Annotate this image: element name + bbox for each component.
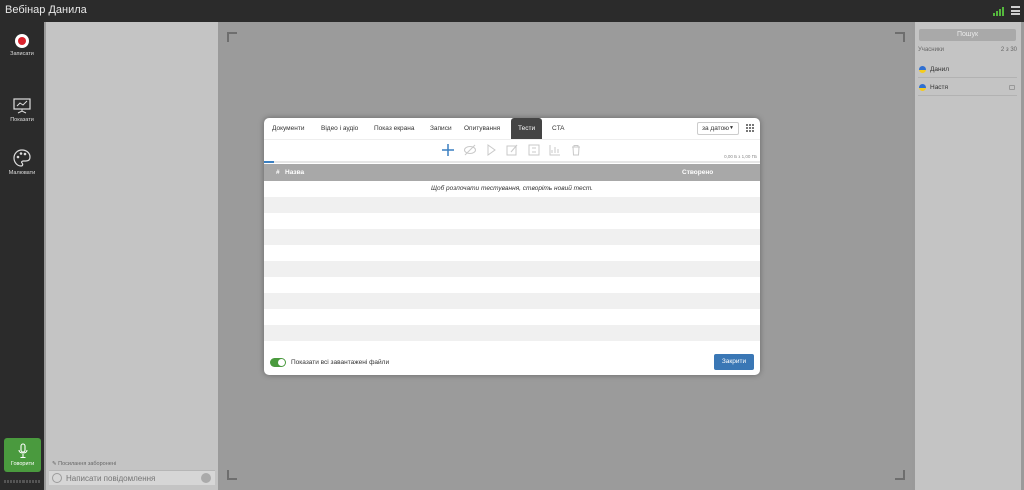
draw-button[interactable]: Малювати: [0, 149, 44, 176]
participants-header: Учасники 2 з 30: [918, 47, 1017, 53]
eye-off-icon: [464, 144, 476, 156]
draw-label: Малювати: [8, 170, 36, 176]
hide-button[interactable]: [463, 143, 477, 157]
plus-icon: [442, 144, 454, 156]
tab-recordings[interactable]: Записи: [430, 118, 452, 139]
stats-button[interactable]: [548, 143, 562, 157]
palette-icon: [13, 149, 31, 167]
presentation-icon: [13, 98, 31, 114]
record-label: Записати: [10, 51, 34, 57]
participant-item[interactable]: Настя: [918, 82, 1017, 96]
participant-item[interactable]: Данил: [918, 64, 1017, 78]
chart-icon: [549, 145, 560, 156]
frame-corner: [227, 470, 237, 480]
show-all-files-label: Показати всі завантажені файли: [291, 359, 390, 366]
tab-screen-share[interactable]: Показ екрана: [374, 118, 415, 139]
emoji-icon[interactable]: [52, 473, 62, 483]
delete-button[interactable]: [569, 143, 583, 157]
tab-video-audio[interactable]: Відео і аудіо: [321, 118, 358, 139]
storage-progress: [264, 161, 760, 163]
search-button[interactable]: Пошук: [919, 29, 1016, 41]
participants-panel: Пошук Учасники 2 з 30 Данил Настя: [915, 22, 1021, 490]
column-name[interactable]: Назва: [285, 164, 304, 181]
empty-state-message: Щоб розпочати тестування, створіть новий…: [430, 185, 593, 192]
frame-corner: [895, 470, 905, 480]
sort-select[interactable]: за датою ▼: [697, 122, 739, 135]
camera-icon[interactable]: [1009, 85, 1015, 90]
trash-icon: [572, 145, 580, 156]
audio-level-meter: [4, 478, 40, 484]
storage-usage: 0,00 Б з 1,00 ГБ: [724, 154, 757, 159]
table-body: [264, 197, 760, 357]
chat-input[interactable]: [66, 472, 196, 484]
column-created[interactable]: Створено: [682, 164, 713, 181]
chat-panel: ✎ Посилання заборонені: [46, 22, 218, 490]
copy-button[interactable]: [527, 143, 541, 157]
table-header: # Назва Створено: [264, 164, 760, 181]
frame-corner: [227, 32, 237, 42]
add-test-button[interactable]: [441, 143, 455, 157]
show-all-files-toggle[interactable]: [270, 358, 286, 367]
record-icon: [15, 34, 29, 48]
play-icon: [487, 144, 496, 156]
tab-cta[interactable]: CTA: [552, 118, 565, 139]
play-button[interactable]: [484, 143, 498, 157]
tab-tests[interactable]: Тести: [511, 118, 543, 139]
participant-name: Настя: [930, 84, 949, 91]
chat-input-bar: [49, 470, 215, 485]
title-bar: Вебінар Данила: [0, 0, 1024, 22]
modal-tabs: Документи Відео і аудіо Показ екрана Зап…: [264, 118, 760, 139]
frame-corner: [895, 32, 905, 42]
grid-view-icon[interactable]: [746, 124, 754, 132]
left-toolbar: Записати Показати Малювати: [0, 22, 44, 490]
menu-icon[interactable]: [1011, 6, 1020, 15]
sort-value: за датою: [702, 125, 730, 132]
record-button[interactable]: Записати: [0, 34, 44, 57]
edit-button[interactable]: [505, 143, 519, 157]
files-modal: Документи Відео і аудіо Показ екрана Зап…: [264, 118, 760, 375]
participant-name: Данил: [930, 66, 950, 73]
tab-polls[interactable]: Опитування: [464, 118, 500, 139]
send-icon[interactable]: [201, 473, 211, 483]
chevron-down-icon: ▼: [729, 125, 734, 131]
show-label: Показати: [10, 117, 34, 123]
show-button[interactable]: Показати: [0, 98, 44, 123]
speak-label: Говорити: [10, 461, 35, 467]
participants-count: 2 з 30: [1000, 47, 1017, 53]
ukraine-flag-icon: [919, 66, 926, 73]
chat-hint: ✎ Посилання заборонені: [52, 461, 117, 467]
ukraine-flag-icon: [919, 84, 926, 91]
participants-heading: Учасники: [918, 47, 944, 53]
close-button[interactable]: Закрити: [714, 354, 754, 370]
column-number: #: [276, 169, 280, 176]
tests-toolbar: [264, 139, 760, 161]
tab-documents[interactable]: Документи: [272, 118, 304, 139]
speak-button[interactable]: Говорити: [4, 438, 41, 472]
copy-icon: [528, 144, 540, 156]
window-title: Вебінар Данила: [5, 4, 87, 16]
edit-icon: [506, 144, 518, 156]
signal-icon: [993, 6, 1004, 16]
microphone-icon: [17, 443, 28, 459]
